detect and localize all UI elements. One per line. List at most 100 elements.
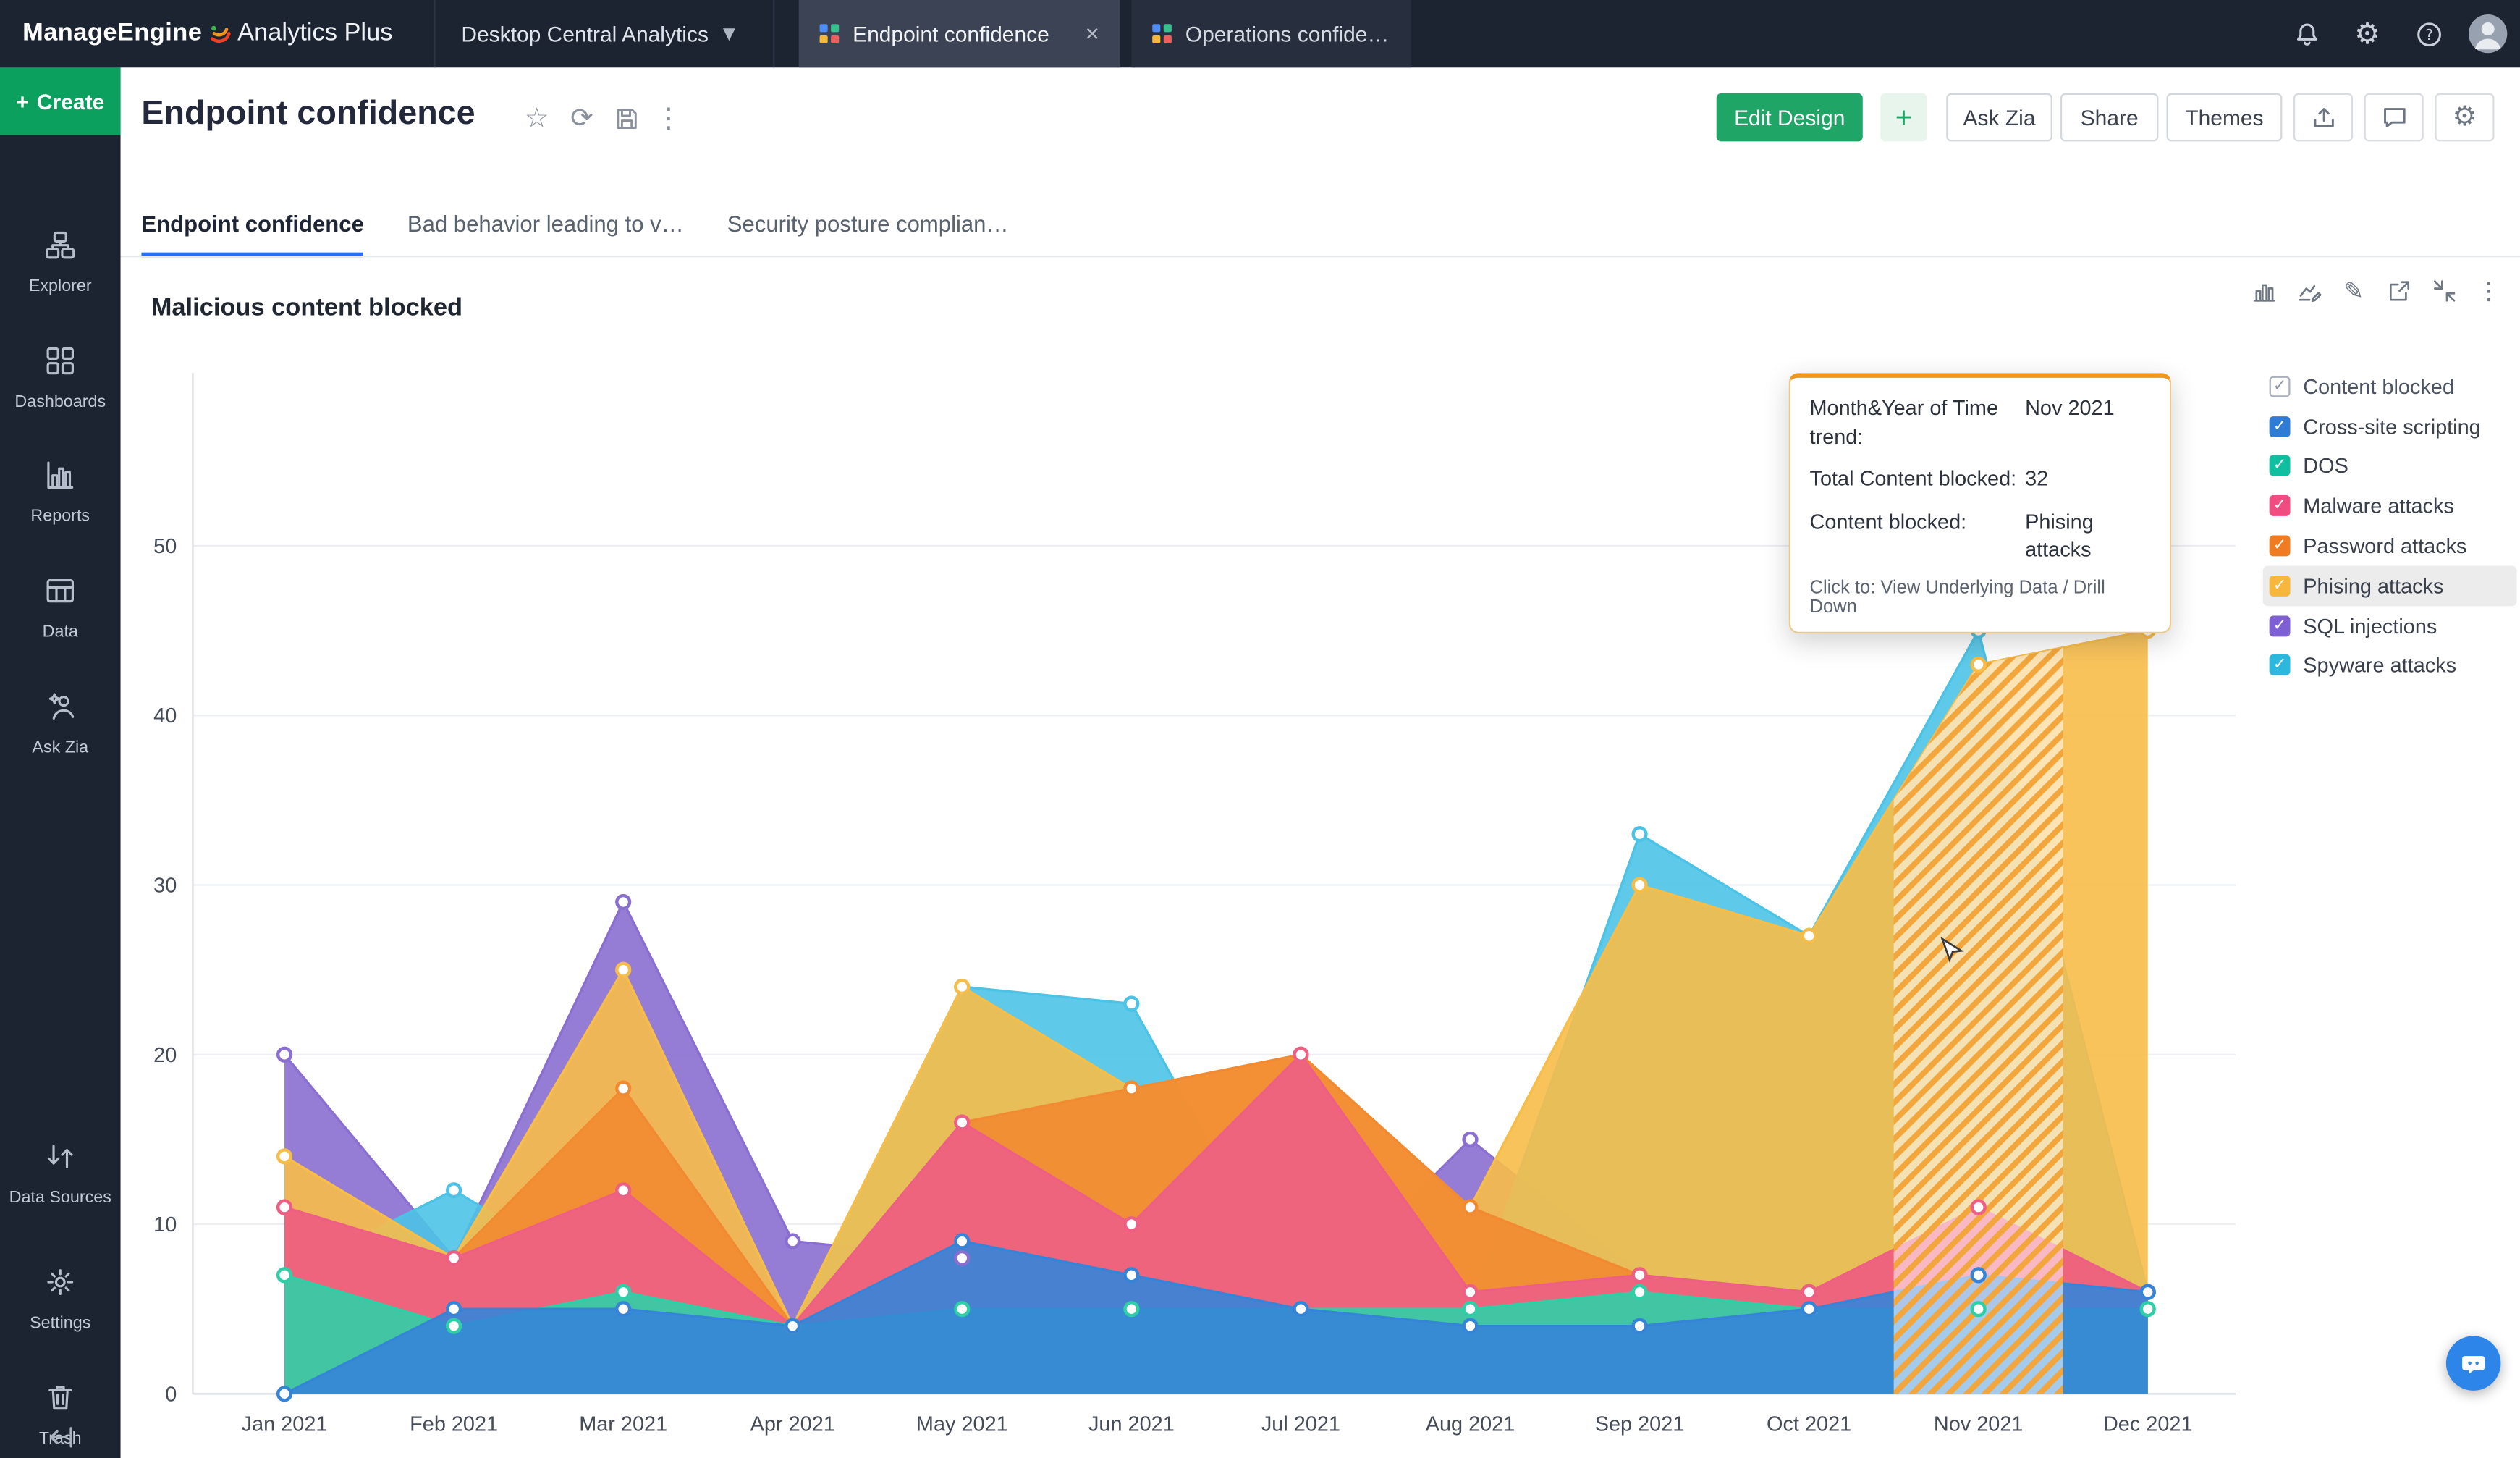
sidebar-item-label: Reports [26, 507, 95, 528]
tab-security-posture-complian[interactable]: Security posture complian… [727, 195, 1009, 258]
comments-button[interactable] [2364, 93, 2424, 142]
legend-title-row[interactable]: ✓ Content blocked [2263, 366, 2517, 406]
tooltip-footer: Click to: View Underlying Data / Drill D… [1810, 578, 2151, 617]
favorite-star-icon[interactable]: ☆ [517, 100, 556, 138]
workspace-label: Desktop Central Analytics [461, 22, 709, 46]
window-tab-operations-confidence[interactable]: Operations confidence [1131, 0, 1411, 67]
edit-design-button[interactable]: Edit Design [1717, 93, 1863, 142]
chart-toolbar: ✎ ⋮ [2247, 274, 2506, 308]
resize-icon[interactable] [2427, 274, 2461, 308]
create-button[interactable]: + Create [0, 67, 121, 135]
checkbox-checked-icon[interactable]: ✓ [2270, 416, 2291, 437]
pencil-icon[interactable]: ✎ [2337, 274, 2371, 308]
settings-gear-icon[interactable]: ⚙ [2345, 0, 2390, 67]
sidebar-item-data[interactable]: Data [0, 576, 121, 644]
legend-item-cross-site-scripting[interactable]: ✓Cross-site scripting [2263, 406, 2517, 446]
svg-text:Feb 2021: Feb 2021 [410, 1412, 498, 1436]
svg-text:Apr 2021: Apr 2021 [750, 1412, 835, 1436]
svg-text:Mar 2021: Mar 2021 [579, 1412, 667, 1436]
sidebar-item-settings[interactable]: Settings [0, 1267, 121, 1336]
edit-chart-icon[interactable] [2292, 274, 2326, 308]
sidebar-item-label: Settings [25, 1313, 96, 1335]
tab-endpoint-confidence[interactable]: Endpoint confidence [141, 195, 363, 258]
settings-button[interactable]: ⚙ [2435, 93, 2494, 142]
refresh-icon[interactable]: ⟳ [562, 100, 601, 138]
add-report-button[interactable]: + [1880, 93, 1927, 142]
svg-text:Sep 2021: Sep 2021 [1595, 1412, 1685, 1436]
export-icon [2310, 104, 2336, 130]
checkbox-checked-icon[interactable]: ✓ [2270, 496, 2291, 517]
ask-zia-button[interactable]: Ask Zia [1946, 93, 2052, 142]
svg-text:Jan 2021: Jan 2021 [242, 1412, 328, 1436]
legend-item-label: Password attacks [2303, 534, 2466, 557]
tooltip-label: Content blocked: [1810, 507, 2019, 564]
export-button[interactable] [2293, 93, 2353, 142]
svg-text:Dec 2021: Dec 2021 [2103, 1412, 2193, 1436]
legend-item-label: DOS [2303, 454, 2348, 478]
open-in-new-icon[interactable] [2382, 274, 2416, 308]
svg-text:Jul 2021: Jul 2021 [1261, 1412, 1340, 1436]
app-window: ManageEngine Analytics Plus Desktop Cent… [0, 0, 2520, 1458]
workspace-selector[interactable]: Desktop Central Analytics ▼ [434, 0, 775, 67]
svg-text:Oct 2021: Oct 2021 [1767, 1412, 1851, 1436]
legend-title: Content blocked [2303, 374, 2454, 398]
checkbox-checked-icon[interactable]: ✓ [2270, 576, 2291, 597]
checkbox-checked-icon[interactable]: ✓ [2270, 655, 2291, 676]
checkbox-checked-icon[interactable]: ✓ [2270, 376, 2291, 397]
dashboard-tabs: Endpoint confidence Bad behavior leading … [141, 195, 1008, 258]
sidebar-item-label: Ask Zia [28, 738, 93, 759]
tooltip-value: Phising attacks [2025, 507, 2150, 564]
legend-item-password-attacks[interactable]: ✓ Password attacks [2263, 526, 2517, 566]
brand-swirl-icon [207, 21, 233, 47]
tooltip-rows: Month&Year of Time trend:Nov 2021Total C… [1810, 394, 2151, 564]
share-button[interactable]: Share [2060, 93, 2158, 142]
data-icon [45, 576, 75, 614]
sidebar-item-explorer[interactable]: Explorer [0, 230, 121, 299]
themes-button[interactable]: Themes [2167, 93, 2283, 142]
settings-icon [45, 1267, 75, 1305]
sidebar-item-ask-zia[interactable]: Ask Zia [0, 691, 121, 760]
sidebar-item-dashboards[interactable]: Dashboards [0, 345, 121, 414]
explorer-icon [45, 230, 75, 269]
tab-bad-behavior-leading-to-v[interactable]: Bad behavior leading to v… [407, 195, 684, 258]
chart-legend: ✓Content blocked✓Cross-site scripting✓DO… [2263, 366, 2517, 686]
chat-support-button[interactable] [2446, 1336, 2501, 1391]
gear-icon: ⚙ [2453, 101, 2477, 133]
dashboard-grid-icon [820, 25, 839, 43]
sidebar-item-data-sources[interactable]: Data Sources [0, 1142, 121, 1210]
checkbox-checked-icon[interactable]: ✓ [2270, 615, 2291, 636]
checkbox-checked-icon[interactable]: ✓ [2270, 456, 2291, 477]
user-avatar[interactable] [2469, 14, 2507, 53]
reports-icon [45, 460, 75, 498]
chevron-down-icon: ▼ [723, 25, 735, 42]
window-tab-label: Endpoint confidence [853, 22, 1049, 46]
legend-item-label: SQL injections [2303, 614, 2437, 638]
svg-text:20: 20 [153, 1044, 177, 1067]
legend-item-label: Spyware attacks [2303, 654, 2456, 678]
window-tab-endpoint-confidence[interactable]: Endpoint confidence × [799, 0, 1120, 67]
sidebar-item-label: Explorer [24, 277, 96, 298]
more-options-icon[interactable]: ⋮ [649, 100, 688, 138]
svg-text:Nov 2021: Nov 2021 [1934, 1412, 2024, 1436]
legend-item-spyware-attacks[interactable]: ✓ Spyware attacks [2263, 646, 2517, 686]
more-options-icon[interactable]: ⋮ [2472, 274, 2506, 308]
legend-item-phising-attacks[interactable]: ✓Phising attacks [2263, 566, 2517, 606]
save-icon[interactable] [607, 100, 646, 138]
sidebar-item-reports[interactable]: Reports [0, 460, 121, 528]
legend-item-dos[interactable]: ✓ DOS [2263, 446, 2517, 486]
page-title: Endpoint confidence [141, 95, 475, 133]
chart-type-icon[interactable] [2247, 274, 2281, 308]
legend-item-sql-injections[interactable]: ✓ SQL injections [2263, 606, 2517, 646]
topbar: ManageEngine Analytics Plus Desktop Cent… [0, 0, 2520, 67]
dashboards-icon [45, 345, 75, 384]
notifications-bell-icon[interactable] [2284, 0, 2329, 67]
sidebar: + Create Explorer Dashboards Reports Data As… [0, 67, 121, 1458]
collapse-sidebar-icon[interactable] [0, 1415, 121, 1458]
close-tab-icon[interactable]: × [1085, 20, 1099, 48]
legend-item-malware-attacks[interactable]: ✓Malware attacks [2263, 486, 2517, 526]
checkbox-checked-icon[interactable]: ✓ [2270, 536, 2291, 557]
datasources-icon [45, 1142, 75, 1180]
svg-text:50: 50 [153, 535, 177, 558]
askzia-icon [45, 691, 75, 730]
help-icon[interactable]: ? [2406, 0, 2451, 67]
